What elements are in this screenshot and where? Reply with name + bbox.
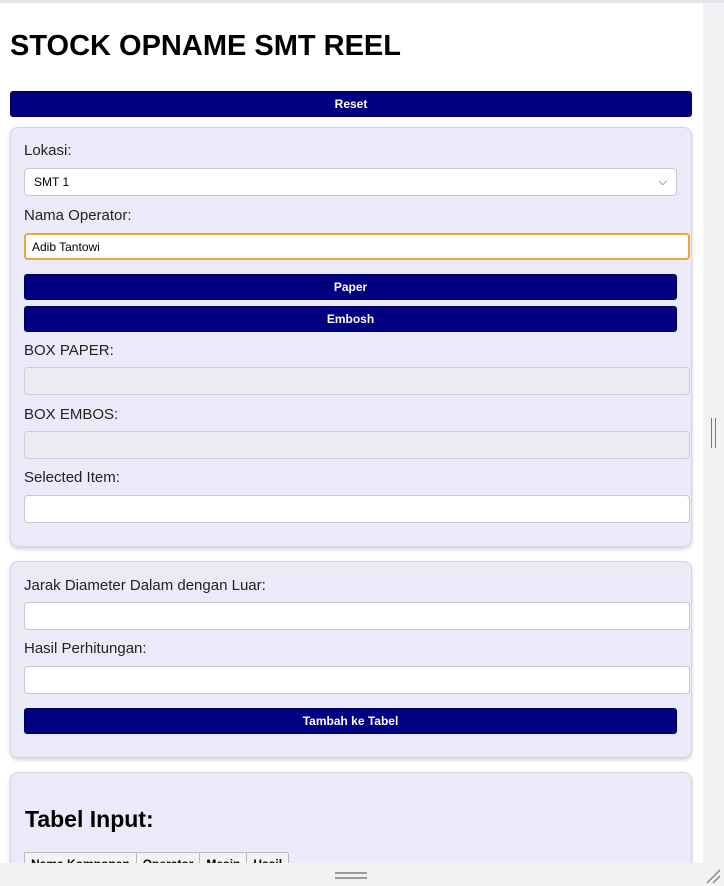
selected-item-input[interactable]: [24, 495, 690, 523]
box-embos-input: [24, 431, 690, 459]
input-table-header: Nama Komponen Operator Mesin Hasil: [24, 852, 290, 863]
paper-button[interactable]: Paper: [24, 274, 677, 300]
grip-icon[interactable]: [711, 418, 716, 448]
operator-label: Nama Operator:: [24, 207, 132, 224]
hasil-perhitungan-label: Hasil Perhitungan:: [24, 640, 147, 657]
jarak-diameter-input[interactable]: [24, 602, 690, 630]
embosh-button[interactable]: Embosh: [24, 306, 677, 332]
window-top-border: [0, 0, 724, 3]
grip-icon[interactable]: [335, 872, 367, 879]
operator-input[interactable]: Adib Tantowi: [24, 233, 690, 260]
page-viewport: STOCK OPNAME SMT REEL Reset Lokasi: SMT …: [0, 0, 703, 863]
jarak-diameter-label: Jarak Diameter Dalam dengan Luar:: [24, 577, 266, 594]
column-header-hasil: Hasil: [246, 853, 290, 863]
box-embos-label: BOX EMBOS:: [24, 406, 119, 423]
hasil-perhitungan-input[interactable]: [24, 666, 690, 694]
column-header-nama-komponen: Nama Komponen: [24, 853, 137, 863]
column-header-mesin: Mesin: [199, 853, 248, 863]
page-title: STOCK OPNAME SMT REEL: [10, 30, 401, 62]
box-paper-input: [24, 367, 690, 395]
selected-item-label: Selected Item:: [24, 469, 120, 486]
lokasi-selected-value: SMT 1: [34, 175, 70, 189]
lokasi-select[interactable]: SMT 1 ⌵: [24, 168, 677, 196]
chevron-down-icon: ⌵: [658, 175, 667, 188]
column-header-operator: Operator: [135, 853, 201, 863]
box-paper-label: BOX PAPER:: [24, 342, 114, 359]
tambah-ke-tabel-button[interactable]: Tambah ke Tabel: [24, 708, 677, 734]
lokasi-label: Lokasi:: [24, 142, 72, 159]
reset-button[interactable]: Reset: [10, 91, 692, 117]
resize-corner-icon[interactable]: [705, 868, 721, 884]
table-title: Tabel Input:: [25, 806, 154, 832]
